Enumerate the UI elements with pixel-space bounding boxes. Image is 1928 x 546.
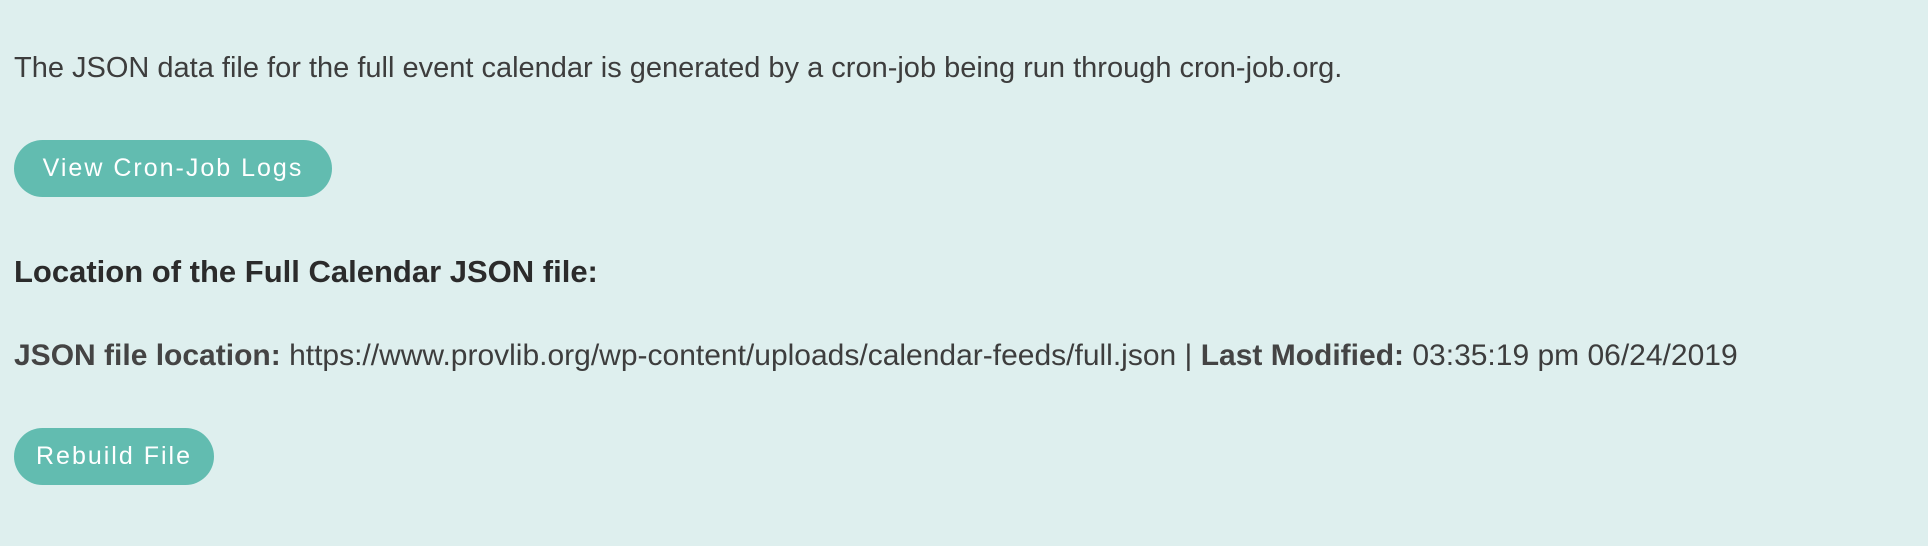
cron-settings-panel: The JSON data file for the full event ca… <box>0 0 1928 546</box>
last-modified-value: 03:35:19 pm 06/24/2019 <box>1412 339 1738 372</box>
section-heading: Location of the Full Calendar JSON file: <box>14 254 598 289</box>
view-cron-logs-button[interactable]: View Cron-Job Logs <box>14 140 332 197</box>
intro-text: The JSON data file for the full event ca… <box>14 52 1343 84</box>
file-info-line: JSON file location: https://www.provlib.… <box>14 336 1738 376</box>
separator: | <box>1184 339 1193 372</box>
location-label: JSON file location: <box>14 339 281 372</box>
rebuild-file-button[interactable]: Rebuild File <box>14 428 214 485</box>
location-value: https://www.provlib.org/wp-content/uploa… <box>289 339 1177 372</box>
last-modified-label: Last Modified: <box>1200 339 1405 372</box>
